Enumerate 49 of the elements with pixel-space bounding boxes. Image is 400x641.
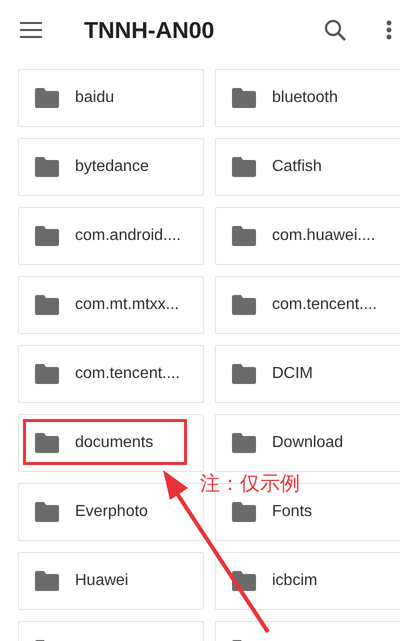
folder-tile[interactable]: bluetooth bbox=[215, 69, 400, 127]
folder-icon bbox=[35, 364, 59, 384]
folder-name: baidu bbox=[75, 89, 114, 107]
folder-icon bbox=[232, 88, 256, 108]
folder-name: Fonts bbox=[272, 503, 312, 521]
folder-icon bbox=[35, 88, 59, 108]
folder-name: Huawei bbox=[75, 572, 128, 590]
folder-icon bbox=[35, 502, 59, 522]
folder-tile[interactable]: DCIM bbox=[215, 345, 400, 403]
folder-icon bbox=[232, 502, 256, 522]
folder-icon bbox=[35, 295, 59, 315]
folder-icon bbox=[232, 295, 256, 315]
folder-name: com.tencent.... bbox=[272, 296, 377, 314]
folder-name: Download bbox=[272, 434, 344, 452]
folder-name: documents bbox=[75, 434, 154, 452]
folder-name: com.tencent.... bbox=[75, 365, 180, 383]
folder-tile[interactable]: com.huawei.... bbox=[215, 207, 400, 265]
folder-name: icbcim bbox=[272, 572, 318, 590]
folder-name: Everphoto bbox=[75, 503, 148, 521]
toolbar-title: TNNH-AN00 bbox=[84, 16, 216, 44]
folder-name: bytedance bbox=[75, 158, 149, 176]
folder-tile[interactable]: Download bbox=[215, 414, 400, 472]
folder-tile[interactable]: baidu bbox=[18, 69, 204, 127]
folder-icon bbox=[232, 157, 256, 177]
folder-tile[interactable]: bytedance bbox=[18, 138, 204, 196]
folder-tile[interactable]: documents bbox=[18, 414, 204, 472]
more-icon[interactable] bbox=[386, 20, 392, 40]
folder-tile[interactable]: com.tencent.... bbox=[215, 276, 400, 334]
folder-tile[interactable]: com.tencent.... bbox=[18, 345, 204, 403]
folder-icon bbox=[232, 364, 256, 384]
folder-name: Catfish bbox=[272, 158, 322, 176]
folder-tile[interactable]: Huawei bbox=[18, 552, 204, 610]
folder-icon bbox=[232, 433, 256, 453]
search-icon[interactable] bbox=[324, 19, 346, 41]
folder-icon bbox=[35, 571, 59, 591]
folder-name: bluetooth bbox=[272, 89, 338, 107]
folder-name: com.mt.mtxx... bbox=[75, 296, 179, 314]
folder-name: com.huawei.... bbox=[272, 227, 376, 245]
menu-icon[interactable] bbox=[20, 22, 42, 38]
folder-icon bbox=[35, 433, 59, 453]
folder-icon bbox=[35, 157, 59, 177]
folder-tile[interactable]: Catfish bbox=[215, 138, 400, 196]
folder-tile[interactable]: com.android.... bbox=[18, 207, 204, 265]
folder-name: com.android.... bbox=[75, 227, 181, 245]
folder-icon bbox=[35, 226, 59, 246]
folder-icon bbox=[232, 226, 256, 246]
folder-tile[interactable]: icbcim bbox=[215, 552, 400, 610]
folder-name: DCIM bbox=[272, 365, 313, 383]
folder-tile[interactable]: com.mt.mtxx... bbox=[18, 276, 204, 334]
